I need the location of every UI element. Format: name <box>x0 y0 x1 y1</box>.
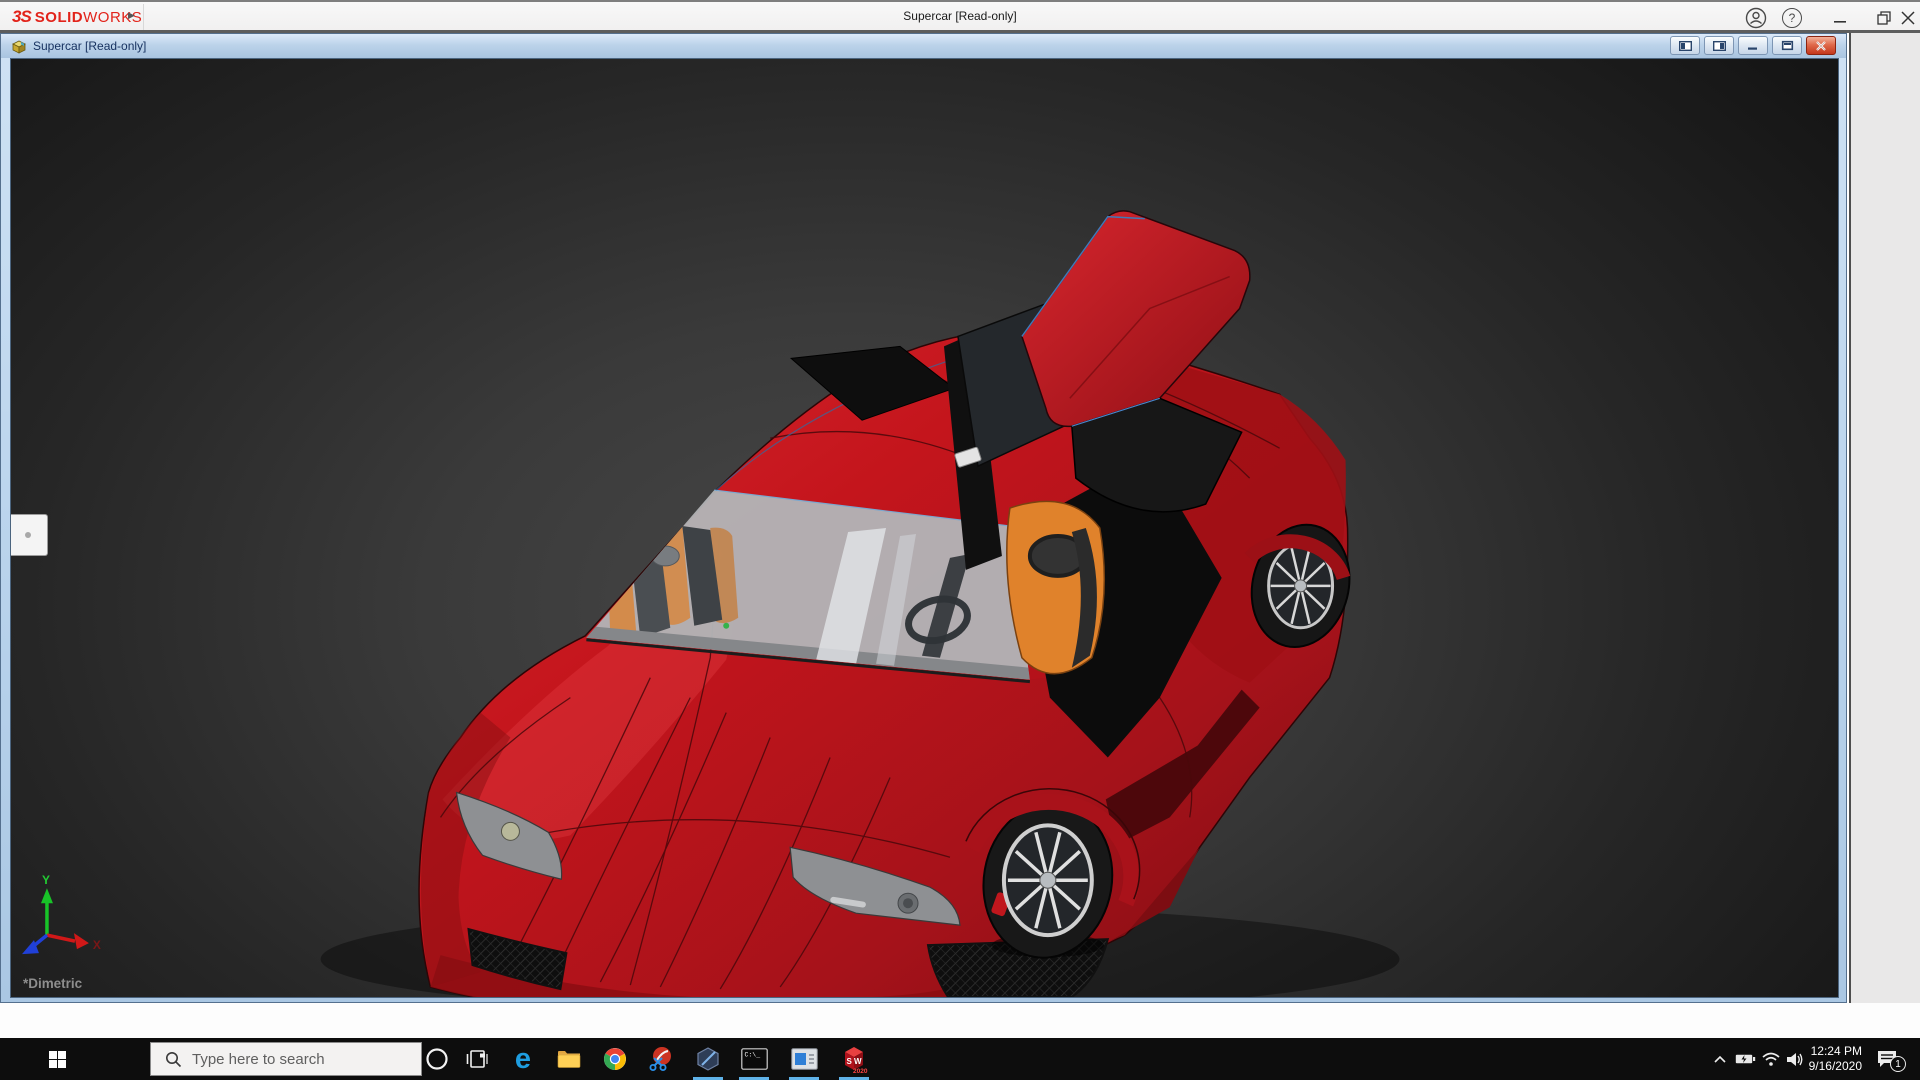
front-hub <box>1040 872 1056 888</box>
chrome-icon[interactable] <box>593 1038 637 1080</box>
account-icon[interactable] <box>1744 6 1768 30</box>
app-titlebar: 3S SOLIDWORKS ▶ Supercar [Read-only] ? <box>0 0 1920 30</box>
view-orientation-label: *Dimetric <box>23 976 83 991</box>
document-window: Supercar [Read-only] <box>0 33 1847 1003</box>
help-icon[interactable]: ? <box>1780 6 1804 30</box>
document-restore-button[interactable] <box>1772 36 1802 55</box>
svg-text:2020: 2020 <box>853 1068 868 1074</box>
app-window-title: Supercar [Read-only] <box>0 9 1920 23</box>
task-view-icon[interactable] <box>455 1038 499 1080</box>
hexagon-app-icon[interactable] <box>686 1038 730 1080</box>
notification-badge: 1 <box>1890 1056 1906 1072</box>
tray-date: 9/16/2020 <box>1800 1059 1862 1074</box>
wifi-icon[interactable] <box>1758 1038 1784 1080</box>
edge-icon[interactable]: e <box>501 1038 545 1080</box>
search-icon <box>165 1051 182 1068</box>
windows-taskbar: e <box>0 1038 1920 1080</box>
document-window-controls <box>1670 36 1836 55</box>
left-headlight-projector <box>501 822 519 840</box>
document-close-button[interactable] <box>1806 36 1836 55</box>
minimize-button[interactable] <box>1828 6 1852 30</box>
tray-time: 12:24 PM <box>1800 1044 1862 1059</box>
snip-tool-icon[interactable] <box>639 1038 683 1080</box>
part-document-icon <box>11 38 27 54</box>
client-area-strip <box>0 1003 1920 1038</box>
orientation-triad: Y X <box>22 873 101 954</box>
tray-chevron-icon[interactable] <box>1706 1038 1734 1080</box>
featuremanager-collapsed-tab[interactable] <box>11 514 48 556</box>
rear-hub <box>1295 580 1307 592</box>
toggle-left-pane-button[interactable] <box>1670 36 1700 55</box>
graphics-area[interactable]: Y X *Dimetric <box>10 58 1839 998</box>
document-title: Supercar [Read-only] <box>33 39 146 53</box>
command-prompt-icon[interactable]: C:\_ <box>732 1038 776 1080</box>
document-titlebar[interactable]: Supercar [Read-only] <box>1 34 1846 58</box>
media-app-icon[interactable] <box>782 1038 826 1080</box>
restore-button[interactable] <box>1872 6 1896 30</box>
svg-text:S W: S W <box>847 1057 863 1066</box>
tray-clock[interactable]: 12:24 PM 9/16/2020 <box>1800 1044 1862 1074</box>
featuremanager-tab-dot <box>25 532 31 538</box>
cortana-icon[interactable] <box>415 1038 459 1080</box>
taskbar-search[interactable] <box>150 1042 422 1076</box>
triad-x-label: X <box>93 938 101 952</box>
windows-logo-icon <box>49 1051 66 1068</box>
svg-text:C:\_: C:\_ <box>744 1052 760 1059</box>
close-button[interactable] <box>1896 6 1920 30</box>
document-minimize-button[interactable] <box>1738 36 1768 55</box>
titlebar-separator <box>0 30 1920 33</box>
toggle-right-pane-button[interactable] <box>1704 36 1734 55</box>
battery-icon[interactable] <box>1732 1038 1758 1080</box>
solidworks-2020-icon[interactable]: S W 2020 <box>832 1038 876 1080</box>
right-headlight-lens <box>903 898 913 908</box>
search-input[interactable] <box>192 1051 402 1068</box>
start-button[interactable] <box>40 1043 74 1075</box>
supercar-3d-model[interactable]: Y X *Dimetric <box>11 59 1838 997</box>
file-explorer-icon[interactable] <box>547 1038 591 1080</box>
task-pane-collapsed[interactable] <box>1849 33 1920 1003</box>
triad-y-label: Y <box>42 873 50 887</box>
